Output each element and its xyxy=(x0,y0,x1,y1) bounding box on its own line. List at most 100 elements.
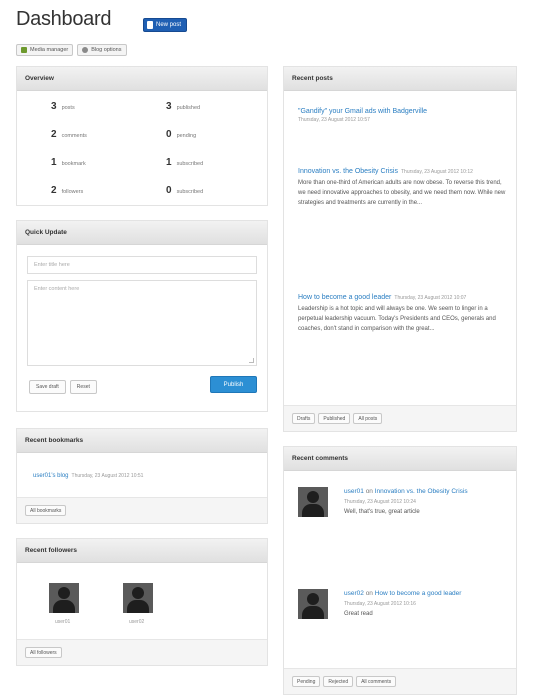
recent-comments-panel: Recent comments user01 on Innovation vs.… xyxy=(283,446,517,695)
rejected-button[interactable]: Rejected xyxy=(323,676,354,687)
publish-button[interactable]: Publish xyxy=(210,376,257,393)
recent-posts-header: Recent posts xyxy=(284,67,516,91)
stat-label: comments xyxy=(61,133,87,139)
post-item: How to become a good leader Thursday, 23 … xyxy=(298,293,508,334)
published-button[interactable]: Published xyxy=(318,413,351,424)
stat-number: 3 xyxy=(166,101,172,112)
content-placeholder: Enter content here xyxy=(34,286,80,292)
recent-followers-header: Recent followers xyxy=(17,539,267,563)
stat-published[interactable]: 3 published xyxy=(166,101,251,112)
comment-post-link[interactable]: Innovation vs. the Obesity Crisis xyxy=(375,488,468,495)
dashboard-header: Dashboard New post xyxy=(16,8,516,38)
comment-author-link[interactable]: user01 xyxy=(344,488,364,495)
avatar[interactable] xyxy=(123,583,153,613)
recent-comments-footer: Pending Rejected All comments xyxy=(284,668,516,694)
recent-followers-footer: All followers xyxy=(17,639,267,665)
all-posts-button[interactable]: All posts xyxy=(353,413,383,424)
stat-label: subscribed xyxy=(176,189,204,195)
drafts-button[interactable]: Drafts xyxy=(292,413,316,424)
comment-body: user01 on Innovation vs. the Obesity Cri… xyxy=(344,487,514,515)
post-content-textarea[interactable]: Enter content here xyxy=(27,280,257,366)
all-followers-button[interactable]: All followers xyxy=(25,647,62,658)
comment-body: user02 on How to become a good leader Th… xyxy=(344,589,514,617)
stat-number: 1 xyxy=(51,157,57,168)
stat-comments[interactable]: 2 comments xyxy=(51,129,166,140)
post-title-link[interactable]: How to become a good leader xyxy=(298,294,391,301)
follower-name[interactable]: user01 xyxy=(55,619,70,625)
comment-author-link[interactable]: user02 xyxy=(344,590,364,597)
page-title: Dashboard xyxy=(16,8,112,30)
post-title-input[interactable]: Enter title here xyxy=(27,256,257,274)
stat-label: posts xyxy=(61,105,75,111)
document-icon xyxy=(147,21,153,29)
blog-options-label: Blog options xyxy=(91,47,122,53)
post-title-link[interactable]: Innovation vs. the Obesity Crisis xyxy=(298,168,398,175)
stat-label: published xyxy=(176,105,201,111)
stat-number: 0 xyxy=(166,185,172,196)
all-bookmarks-button[interactable]: All bookmarks xyxy=(25,505,67,516)
stat-number: 3 xyxy=(51,101,57,112)
all-comments-button[interactable]: All comments xyxy=(356,676,397,687)
post-date: Thursday, 23 August 2012 10:57 xyxy=(298,117,370,123)
save-draft-button[interactable]: Save draft xyxy=(29,380,66,394)
new-post-button[interactable]: New post xyxy=(143,18,188,32)
post-excerpt: More than one-third of American adults a… xyxy=(298,180,506,206)
stat-label: subscribed xyxy=(176,161,204,167)
stat-followers[interactable]: 2 followers xyxy=(51,185,166,196)
stat-pending[interactable]: 0 pending xyxy=(166,129,251,140)
follower-name[interactable]: user02 xyxy=(129,619,144,625)
comment-text: Great read xyxy=(344,611,373,617)
stat-label: bookmark xyxy=(61,161,86,167)
quick-update-actions: Save draft Reset xyxy=(29,380,97,394)
recent-bookmarks-panel: Recent bookmarks user01's blog Thursday, … xyxy=(16,428,268,524)
comment-text: Well, that's true, great article xyxy=(344,509,420,515)
avatar[interactable] xyxy=(298,487,328,517)
comment-on-label: on xyxy=(365,590,373,597)
stat-number: 2 xyxy=(51,185,57,196)
comment-date: Thursday, 23 August 2012 10:16 xyxy=(344,601,416,607)
bookmark-link[interactable]: user01's blog xyxy=(33,473,69,479)
overview-header: Overview xyxy=(17,67,267,91)
media-manager-button[interactable]: Media manager xyxy=(16,44,74,56)
post-date: Thursday, 23 August 2012 10:07 xyxy=(394,295,467,301)
recent-followers-panel: Recent followers user01 user02 All follo… xyxy=(16,538,268,666)
avatar[interactable] xyxy=(49,583,79,613)
comment-post-link[interactable]: How to become a good leader xyxy=(375,590,462,597)
post-title-link[interactable]: "Gandify" your Gmail ads with Badgervill… xyxy=(298,107,508,117)
stat-label: followers xyxy=(61,189,84,195)
overview-panel: Overview 3 posts 3 published 2 comments 0 pe… xyxy=(16,66,268,206)
stat-number: 1 xyxy=(166,157,172,168)
post-item: Innovation vs. the Obesity Crisis Thursda… xyxy=(298,167,508,208)
stat-bookmark[interactable]: 1 bookmark xyxy=(51,157,166,168)
stat-number: 0 xyxy=(166,129,172,140)
post-excerpt: Leadership is a hot topic and will alway… xyxy=(298,306,496,332)
avatar[interactable] xyxy=(298,589,328,619)
comment-on-label: on xyxy=(365,488,373,495)
media-manager-label: Media manager xyxy=(30,47,69,53)
stat-subscribed[interactable]: 1 subscribed xyxy=(166,157,251,168)
recent-bookmarks-footer: All bookmarks xyxy=(17,497,267,523)
recent-posts-footer: Drafts Published All posts xyxy=(284,405,516,431)
stat-number: 2 xyxy=(51,129,57,140)
dashboard-toolbar: Media manager Blog options xyxy=(16,44,127,56)
post-date: Thursday, 23 August 2012 10:12 xyxy=(401,169,473,175)
new-post-label: New post xyxy=(156,22,182,28)
post-item: "Gandify" your Gmail ads with Badgervill… xyxy=(298,107,508,123)
overview-stats: 3 posts 3 published 2 comments 0 pending 1 bo… xyxy=(51,101,251,196)
bookmark-date: Thursday, 23 August 2012 10:51 xyxy=(71,473,144,479)
quick-update-panel: Quick Update Enter title here Enter cont… xyxy=(16,220,268,412)
stat-posts[interactable]: 3 posts xyxy=(51,101,166,112)
media-icon xyxy=(21,47,27,53)
gear-icon xyxy=(82,47,89,53)
recent-comments-header: Recent comments xyxy=(284,447,516,471)
recent-bookmarks-header: Recent bookmarks xyxy=(17,429,267,453)
stat-subscribed-2[interactable]: 0 subscribed xyxy=(166,185,251,196)
stat-label: pending xyxy=(176,133,197,139)
reset-button[interactable]: Reset xyxy=(69,380,97,394)
resize-handle-icon[interactable] xyxy=(249,358,254,363)
bookmark-item: user01's blog Thursday, 23 August 2012 10… xyxy=(33,473,143,479)
blog-options-button[interactable]: Blog options xyxy=(77,44,127,56)
recent-posts-panel: Recent posts "Gandify" your Gmail ads wi… xyxy=(283,66,517,432)
quick-update-header: Quick Update xyxy=(17,221,267,245)
pending-button[interactable]: Pending xyxy=(292,676,321,687)
